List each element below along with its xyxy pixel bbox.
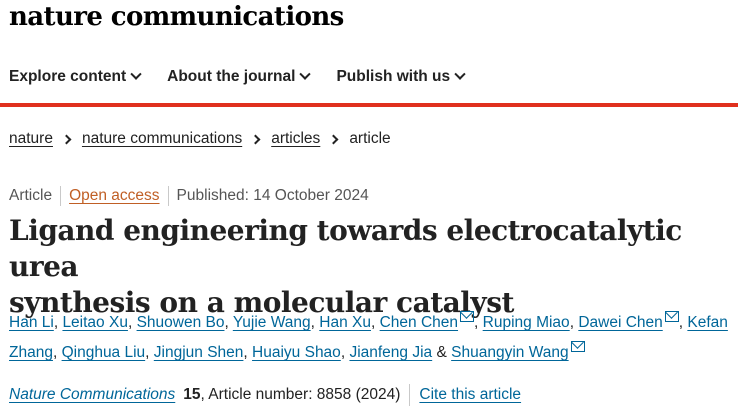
breadcrumb-articles[interactable]: articles — [271, 130, 320, 148]
author-separator: , — [53, 314, 59, 331]
nav-publish-with-us[interactable]: Publish with us — [336, 68, 466, 86]
email-icon[interactable] — [460, 311, 475, 322]
main-nav: Explore content About the journal Publis… — [0, 62, 738, 92]
nav-label: Publish with us — [336, 68, 451, 85]
author-link[interactable]: Han Li — [9, 314, 54, 331]
author-separator: , — [569, 314, 574, 331]
open-access-link[interactable]: Open access — [69, 187, 159, 205]
header-divider — [0, 103, 738, 107]
published-date: Published: 14 October 2024 — [176, 187, 369, 204]
meta-divider — [167, 186, 169, 206]
breadcrumb-nature[interactable]: nature — [9, 130, 53, 148]
article-number: , Article number: 8858 (2024) — [200, 386, 401, 403]
author-link[interactable]: Yujie Wang — [233, 314, 311, 331]
author-link[interactable]: Jianfeng Jia — [349, 344, 432, 361]
chevron-right-icon — [61, 134, 72, 144]
author-separator: , — [474, 314, 479, 331]
author-link[interactable]: Kefan — [687, 314, 728, 331]
author-separator: , — [678, 314, 684, 331]
citation-line: Nature Communications 15 , Article numbe… — [9, 384, 521, 406]
author-separator: , — [243, 344, 248, 361]
breadcrumb-current: article — [349, 130, 391, 147]
chevron-down-icon — [130, 68, 142, 80]
volume-number: 15 — [183, 386, 201, 403]
chevron-right-icon — [250, 134, 261, 144]
author-link[interactable]: Ruping Miao — [483, 314, 570, 331]
breadcrumb-nature-communications[interactable]: nature communications — [82, 130, 242, 148]
journal-logo[interactable]: nature communications — [9, 2, 344, 32]
author-link[interactable]: Dawei Chen — [578, 314, 662, 331]
email-icon[interactable] — [664, 311, 679, 322]
author-link[interactable]: Leitao Xu — [62, 314, 128, 331]
article-meta: Article Open access Published: 14 Octobe… — [9, 186, 369, 206]
author-separator: , — [127, 314, 133, 331]
author-separator: , — [145, 344, 150, 361]
author-link[interactable]: Shuowen Bo — [137, 314, 225, 331]
chevron-down-icon — [299, 68, 312, 80]
author-separator: , — [310, 314, 315, 331]
author-link[interactable]: Huaiyu Shao — [252, 344, 341, 361]
article-title: Ligand engineering towards electrocataly… — [9, 213, 729, 321]
author-link[interactable]: Qinghua Liu — [62, 344, 146, 361]
nav-about-journal[interactable]: About the journal — [167, 68, 312, 86]
author-link[interactable]: Han Xu — [319, 314, 371, 331]
email-icon[interactable] — [570, 341, 585, 352]
nav-explore-content[interactable]: Explore content — [9, 68, 142, 86]
cite-this-article-link[interactable]: Cite this article — [419, 386, 521, 404]
author-separator: , — [370, 314, 376, 331]
journal-link[interactable]: Nature Communications — [9, 386, 175, 404]
chevron-right-icon — [328, 134, 339, 144]
chevron-down-icon — [454, 68, 466, 80]
author-separator: , — [52, 344, 58, 361]
breadcrumb: nature nature communications articles ar… — [9, 130, 391, 148]
author-link[interactable]: Chen Chen — [380, 314, 458, 331]
citation-divider — [409, 384, 411, 406]
nav-label: Explore content — [9, 68, 127, 85]
title-line-1: Ligand engineering towards electrocataly… — [9, 214, 682, 283]
author-link[interactable]: Jingjun Shen — [154, 344, 244, 361]
author-list: Han Li, Leitao Xu, Shuowen Bo, Yujie Wan… — [9, 308, 737, 368]
nav-label: About the journal — [167, 68, 296, 85]
article-type: Article — [9, 187, 53, 204]
author-separator: , — [340, 344, 346, 361]
meta-divider — [60, 186, 62, 206]
author-separator: , — [224, 314, 229, 331]
author-link[interactable]: Shuangyin Wang — [451, 344, 568, 361]
author-link[interactable]: Zhang — [9, 344, 53, 361]
author-separator: & — [436, 344, 447, 361]
